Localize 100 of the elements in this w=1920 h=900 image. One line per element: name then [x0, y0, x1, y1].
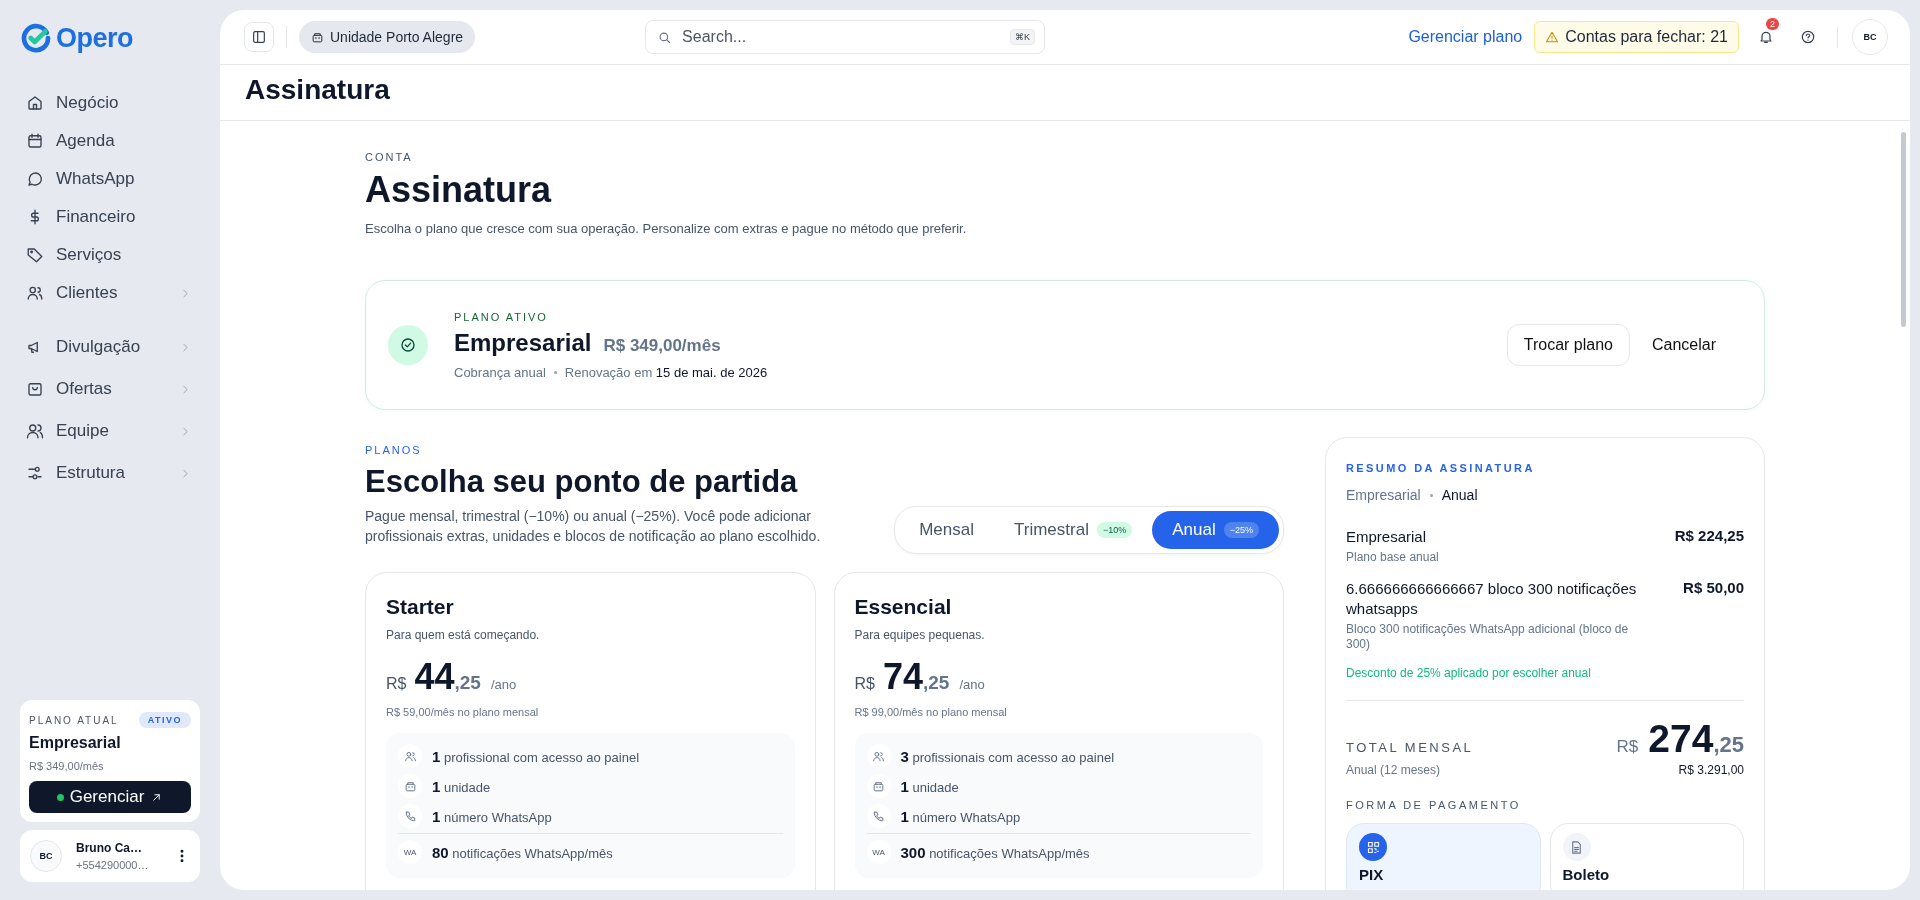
user-name: Bruno Ca… — [76, 841, 143, 855]
payment-method-option[interactable]: PIX — [1346, 823, 1541, 890]
cancel-button[interactable]: Cancelar — [1635, 324, 1732, 366]
team-icon — [26, 422, 44, 440]
plan-price: R$ 349,00/mês — [29, 760, 105, 772]
feature-text: 1 profissional com acesso ao painel — [432, 747, 640, 765]
line-item-price: R$ 50,00 — [1683, 579, 1744, 598]
discount-note: Desconto de 25% aplicado por escolher anual — [1346, 666, 1592, 680]
tag-label: WA — [866, 840, 891, 864]
home-icon — [26, 94, 44, 112]
manage-plan-link[interactable]: Gerenciar plano — [1408, 28, 1523, 46]
plan-name: Empresarial — [1346, 487, 1421, 503]
monthly-price-note: R$ 59,00/mês no plano mensal — [386, 706, 540, 718]
bell-icon — [1758, 29, 1774, 45]
payment-method-option[interactable]: Boleto — [1549, 823, 1744, 890]
section-label: PLANOS — [365, 444, 423, 456]
section-description: Pague mensal, trimestral (−10%) ou anual (−25%). Você pode adicionar profissionais extras, unidades e blocos de notificação ao plano escolhido. — [365, 507, 822, 546]
plan-name: Empresarial — [454, 328, 592, 357]
tag-icon — [26, 246, 44, 264]
page-subtitle: Escolha o plano que cresce com sua operação. Personalize com extras e pague no método que preferir. — [365, 221, 968, 236]
monthly-price-note: R$ 99,00/mês no plano mensal — [854, 706, 1008, 718]
users-icon — [403, 749, 417, 763]
line-item-price: R$ 224,25 — [1674, 527, 1744, 546]
renewal-date: Renovação em 15 de mai. de 2026 — [564, 364, 768, 380]
nav-item[interactable]: Financeiro — [20, 198, 200, 236]
building-icon — [403, 779, 417, 793]
warning-icon — [1545, 30, 1560, 44]
logo-text: Opero — [56, 22, 133, 54]
section-label: CONTA — [365, 151, 414, 163]
nav-item[interactable]: Equipe — [20, 410, 200, 452]
feature-text: 1 unidade — [432, 777, 491, 795]
billing-option[interactable]: Mensal — [899, 511, 994, 549]
billing-option[interactable]: Anual −25% — [1152, 511, 1279, 549]
separator-dot — [553, 370, 557, 374]
plan-price: R$ 74,25 /ano — [854, 656, 986, 698]
nav-item[interactable]: Ofertas — [20, 368, 200, 410]
nav-item[interactable]: Serviços — [20, 236, 200, 274]
sidebar-toggle-button[interactable] — [244, 22, 274, 52]
user-avatar: BC — [30, 840, 62, 872]
shopping-bag-icon — [26, 380, 44, 398]
line-item-description: Plano base anual — [1346, 550, 1439, 565]
feature-text: 1 número WhatsApp — [432, 807, 552, 825]
status-dot-icon — [56, 793, 64, 801]
feature-text: 1 número WhatsApp — [900, 807, 1021, 825]
plan-price: R$ 349,00/mês — [603, 335, 721, 356]
nav-item[interactable]: Divulgação — [20, 326, 200, 368]
calendar-icon — [26, 132, 44, 150]
separator-dot — [1429, 493, 1433, 497]
nav-item[interactable]: WhatsApp — [20, 160, 200, 198]
section-title: Escolha seu ponto de partida — [365, 464, 799, 500]
shortcut-hint: ⌘K — [1010, 29, 1036, 45]
total-label: TOTAL MENSAL — [1346, 740, 1474, 757]
plan-tagline: Para quem está começando. — [386, 628, 541, 642]
users-icon — [872, 749, 885, 763]
help-icon — [1800, 29, 1816, 45]
plan-label: PLANO ATUAL — [29, 714, 119, 726]
discount-badge: −25% — [1223, 522, 1259, 538]
pending-bills-alert[interactable]: Contas para fechar: 21 — [1534, 21, 1739, 53]
document-icon — [1569, 839, 1584, 855]
nav-item[interactable]: Negócio — [20, 84, 200, 122]
feature-text: 80 notificações WhatsApp/mês — [432, 843, 613, 861]
annual-total: R$ 3.291,00 — [1678, 763, 1744, 777]
feature-text: 300 notificações WhatsApp/mês — [900, 843, 1090, 861]
scrollbar-thumb[interactable] — [1901, 132, 1906, 327]
nav-item[interactable]: Estrutura — [20, 452, 200, 494]
change-plan-button[interactable]: Trocar plano — [1506, 324, 1630, 366]
phone-icon — [403, 809, 417, 823]
manage-button[interactable]: Gerenciar — [29, 781, 191, 813]
building-icon — [311, 30, 324, 44]
billing-option[interactable]: Trimestral −10% — [994, 511, 1153, 549]
unit-selector[interactable]: Unidade Porto Alegre — [299, 21, 476, 53]
sliders-icon — [26, 464, 44, 482]
billing-period: Anual (12 meses) — [1346, 763, 1441, 777]
users-icon — [26, 284, 44, 302]
page-heading: Assinatura — [365, 169, 553, 211]
plan-name: Starter — [386, 595, 455, 619]
line-item-title: Empresarial — [1346, 527, 1428, 547]
qr-code-icon — [1365, 839, 1381, 855]
nav-item[interactable]: Agenda — [20, 122, 200, 160]
building-icon — [872, 779, 885, 793]
page-title: Assinatura — [245, 73, 391, 107]
nav-item[interactable]: Clientes — [20, 274, 200, 312]
line-item-title: 6.666666666666667 bloco 300 notificações whatsapps — [1346, 579, 1638, 619]
discount-badge: −10% — [1096, 522, 1133, 538]
feature-text: 3 profissionais com acesso ao painel — [900, 747, 1115, 765]
plan-tagline: Para equipes pequenas. — [854, 628, 986, 642]
plan-price: R$ 44,25 /ano — [386, 656, 518, 698]
search-icon — [657, 30, 673, 45]
plan-name: Essencial — [854, 595, 953, 619]
notification-count: 2 — [1766, 18, 1779, 30]
section-label: FORMA DE PAGAMENTO — [1346, 799, 1522, 811]
tag-label: WA — [398, 840, 422, 864]
user-card[interactable]: BC Bruno Ca… +554290000… — [20, 830, 200, 882]
feature-text: 1 unidade — [900, 777, 959, 795]
plan-name: Empresarial — [29, 734, 122, 752]
logo-check-icon — [20, 22, 52, 54]
phone-icon — [872, 809, 885, 823]
billing-cycle: Anual — [1441, 487, 1478, 503]
chat-bubble-icon — [26, 170, 44, 188]
billing-cycle: Cobrança anual — [454, 364, 546, 380]
